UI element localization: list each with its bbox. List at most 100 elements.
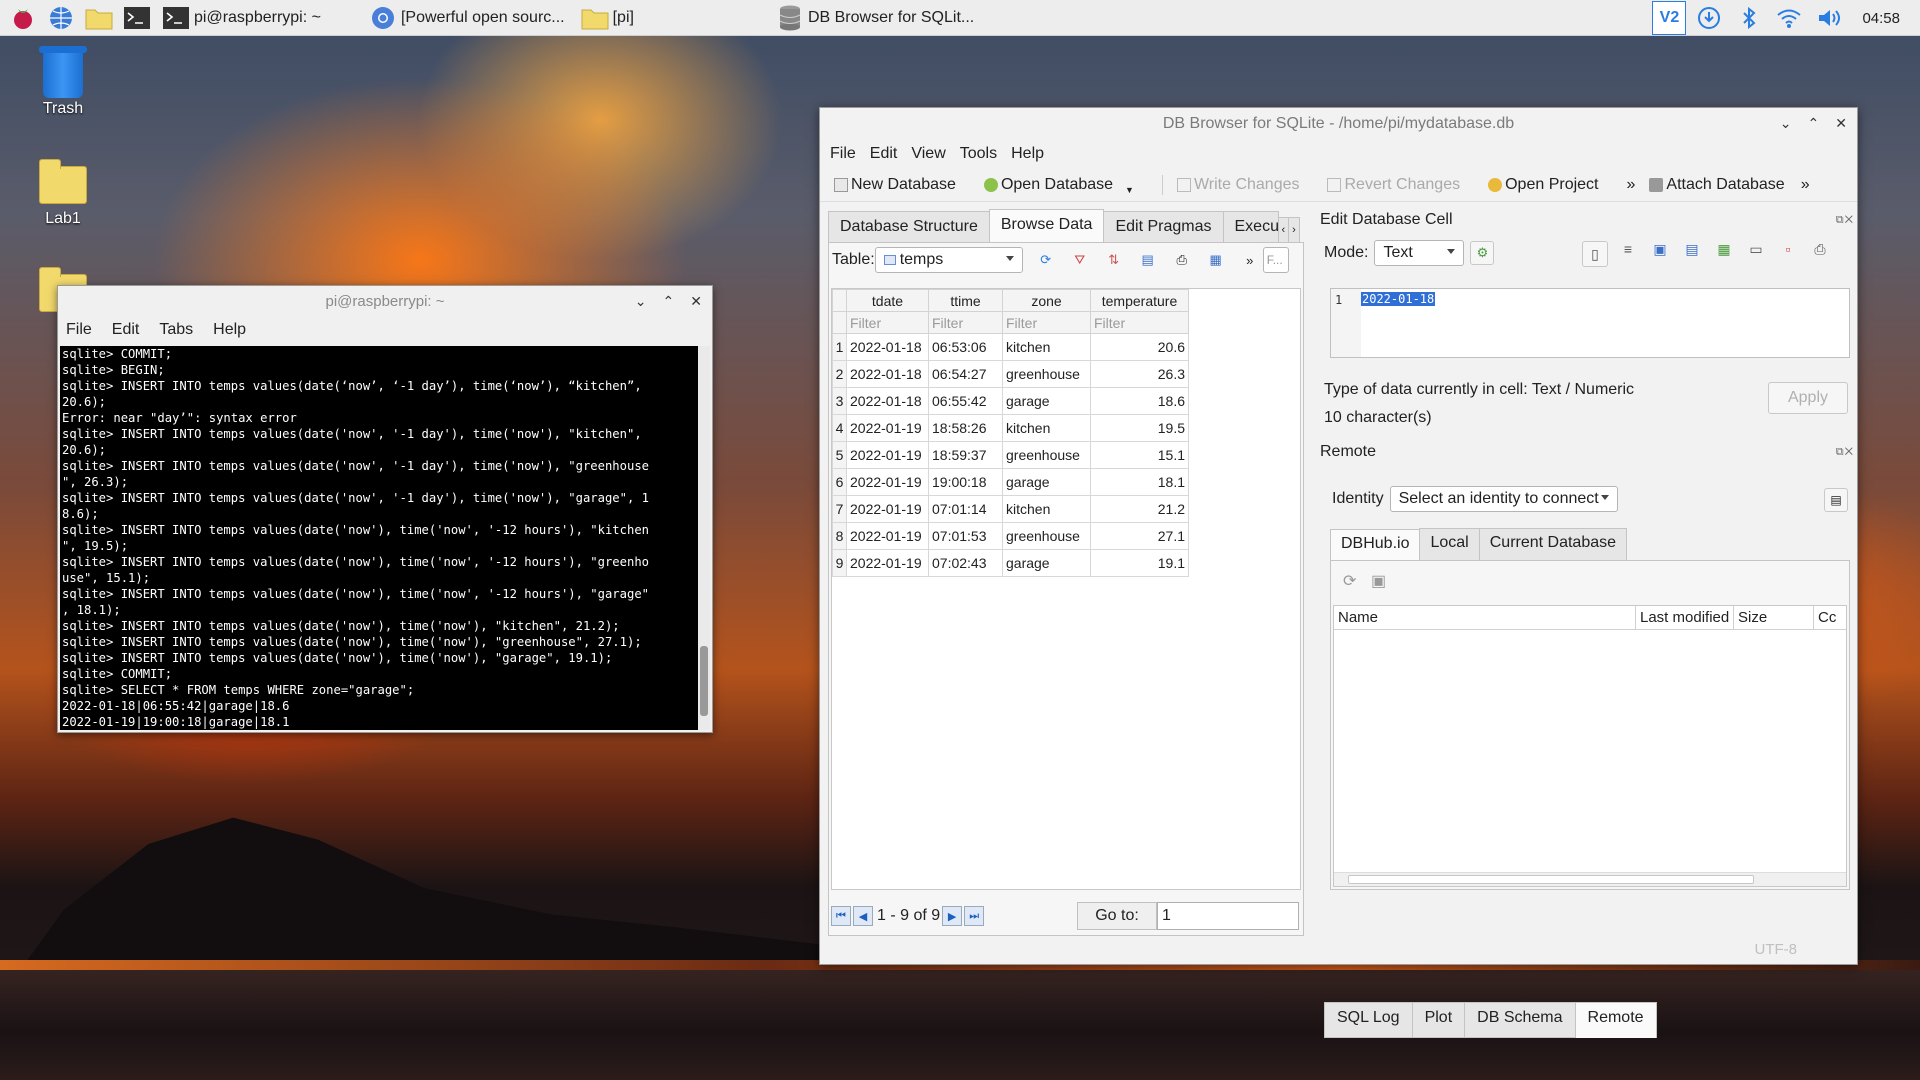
table-row[interactable]: 7 2022-01-19 07:01:14 kitchen 21.2: [832, 495, 1189, 523]
filter-input-zone[interactable]: Filter: [1002, 311, 1091, 334]
cell-zone[interactable]: kitchen: [1002, 495, 1091, 523]
go-to-button[interactable]: Go to:: [1077, 902, 1157, 930]
cell-temperature[interactable]: 26.3: [1090, 360, 1189, 388]
column-header-size[interactable]: Size: [1734, 606, 1814, 629]
filter-input-temperature[interactable]: Filter: [1090, 311, 1189, 334]
cell-temperature[interactable]: 18.6: [1090, 387, 1189, 415]
cell-ttime[interactable]: 06:53:06: [928, 333, 1003, 361]
dock-float-close-icons[interactable]: ⧉✕: [1836, 214, 1854, 227]
new-database-button[interactable]: New Database: [834, 176, 956, 194]
desktop-icon-trash[interactable]: Trash: [13, 46, 113, 118]
table-row[interactable]: 4 2022-01-19 18:58:26 kitchen 19.5: [832, 414, 1189, 442]
tab-database-structure[interactable]: Database Structure: [828, 211, 990, 242]
text-mode-icon[interactable]: ▯: [1582, 241, 1608, 267]
insert-record-icon[interactable]: ▦: [1205, 249, 1227, 271]
cell-tdate[interactable]: 2022-01-18: [846, 360, 929, 388]
tab-dbhub[interactable]: DBHub.io: [1330, 529, 1421, 561]
export-icon[interactable]: ▤: [1680, 241, 1704, 267]
menu-tools[interactable]: Tools: [960, 145, 997, 163]
row-number[interactable]: 1: [832, 333, 847, 361]
desktop-icon-lab1[interactable]: Lab1: [13, 159, 113, 228]
tab-execute-sql[interactable]: Execu: [1222, 211, 1279, 242]
row-number[interactable]: 3: [832, 387, 847, 415]
toolbar-overflow-button-2[interactable]: »: [1801, 176, 1810, 194]
table-select[interactable]: temps: [874, 247, 1023, 273]
bluetooth-icon[interactable]: [1732, 1, 1766, 35]
menu-view[interactable]: View: [911, 145, 945, 163]
column-header-name[interactable]: Name: [1334, 606, 1636, 629]
terminal-launcher-icon[interactable]: [122, 3, 152, 33]
cell-temperature[interactable]: 15.1: [1090, 441, 1189, 469]
scrollbar-thumb[interactable]: [700, 646, 708, 716]
previous-page-icon[interactable]: ◀: [853, 906, 873, 926]
menu-file[interactable]: File: [66, 321, 92, 339]
raspberry-menu-icon[interactable]: [8, 3, 38, 33]
table-row[interactable]: 8 2022-01-19 07:01:53 greenhouse 27.1: [832, 522, 1189, 550]
cell-ttime[interactable]: 18:58:26: [928, 414, 1003, 442]
tab-scroll-right-button[interactable]: ›: [1288, 217, 1300, 242]
toolbar-overflow-button[interactable]: »: [1627, 176, 1636, 194]
cell-zone[interactable]: greenhouse: [1002, 360, 1091, 388]
cell-text-editor[interactable]: 1 2022-01-18: [1330, 288, 1850, 358]
print-icon[interactable]: ⎙: [1808, 241, 1832, 267]
row-number[interactable]: 2: [832, 360, 847, 388]
print-icon[interactable]: ⎙: [1171, 249, 1193, 271]
cell-tdate[interactable]: 2022-01-19: [846, 468, 929, 496]
remote-file-table[interactable]: Name Last modified Size Cc: [1333, 605, 1847, 887]
close-icon[interactable]: ✕: [1835, 115, 1847, 132]
mode-select[interactable]: Text: [1374, 240, 1465, 266]
tab-local[interactable]: Local: [1419, 528, 1480, 560]
attach-database-button[interactable]: Attach Database: [1649, 176, 1785, 194]
row-number[interactable]: 5: [832, 441, 847, 469]
tab-edit-pragmas[interactable]: Edit Pragmas: [1103, 211, 1224, 242]
cell-zone[interactable]: garage: [1002, 549, 1091, 577]
terminal-scrollbar[interactable]: [698, 346, 710, 730]
cell-ttime[interactable]: 07:01:53: [928, 522, 1003, 550]
tab-remote[interactable]: Remote: [1574, 1002, 1657, 1038]
scrollbar-thumb[interactable]: [1348, 875, 1754, 884]
revert-changes-button[interactable]: Revert Changes: [1327, 176, 1460, 194]
refresh-icon[interactable]: ⟳: [1035, 249, 1057, 271]
cell-ttime[interactable]: 06:54:27: [928, 360, 1003, 388]
row-number[interactable]: 7: [832, 495, 847, 523]
write-changes-button[interactable]: Write Changes: [1176, 176, 1299, 194]
cell-temperature[interactable]: 18.1: [1090, 468, 1189, 496]
column-header-commit[interactable]: Cc: [1814, 606, 1846, 629]
file-manager-icon[interactable]: [84, 3, 114, 33]
row-number[interactable]: 8: [832, 522, 847, 550]
cell-zone[interactable]: kitchen: [1002, 333, 1091, 361]
cell-temperature[interactable]: 21.2: [1090, 495, 1189, 523]
menu-edit[interactable]: Edit: [112, 321, 140, 339]
row-number[interactable]: 9: [832, 549, 847, 577]
import-icon[interactable]: ▣: [1648, 241, 1672, 267]
column-header-zone[interactable]: zone: [1002, 289, 1091, 312]
refresh-icon[interactable]: ⟳: [1343, 571, 1356, 591]
toolbar-overflow-icon[interactable]: »: [1239, 249, 1261, 271]
menu-tabs[interactable]: Tabs: [159, 321, 193, 339]
minimize-icon[interactable]: ⌄: [1780, 115, 1792, 132]
minimize-icon[interactable]: ⌄: [635, 293, 647, 310]
web-browser-icon[interactable]: [46, 3, 76, 33]
next-page-icon[interactable]: ▶: [942, 906, 963, 926]
cell-zone[interactable]: garage: [1002, 468, 1091, 496]
volume-icon[interactable]: [1812, 1, 1846, 35]
column-header-temperature[interactable]: temperature: [1090, 289, 1189, 312]
tab-current-database[interactable]: Current Database: [1478, 528, 1628, 560]
cell-ttime[interactable]: 07:01:14: [928, 495, 1003, 523]
column-header-last-modified[interactable]: Last modified: [1636, 606, 1734, 629]
tab-plot[interactable]: Plot: [1411, 1002, 1466, 1038]
cell-ttime[interactable]: 06:55:42: [928, 387, 1003, 415]
taskbar-task-file-manager[interactable]: [pi]: [575, 2, 640, 34]
cell-zone[interactable]: greenhouse: [1002, 522, 1091, 550]
table-row[interactable]: 3 2022-01-18 06:55:42 garage 18.6: [832, 387, 1189, 415]
open-external-icon[interactable]: ▭: [1744, 241, 1768, 267]
cell-ttime[interactable]: 07:02:43: [928, 549, 1003, 577]
go-to-input[interactable]: 1: [1157, 902, 1299, 930]
cell-tdate[interactable]: 2022-01-19: [846, 522, 929, 550]
table-row[interactable]: 9 2022-01-19 07:02:43 garage 19.1: [832, 549, 1189, 577]
cell-temperature[interactable]: 20.6: [1090, 333, 1189, 361]
terminal-output[interactable]: sqlite> COMMIT; sqlite> BEGIN; sqlite> INS…: [60, 346, 698, 730]
tab-db-schema[interactable]: DB Schema: [1464, 1002, 1576, 1038]
row-number[interactable]: 4: [832, 414, 847, 442]
updates-download-icon[interactable]: [1692, 1, 1726, 35]
